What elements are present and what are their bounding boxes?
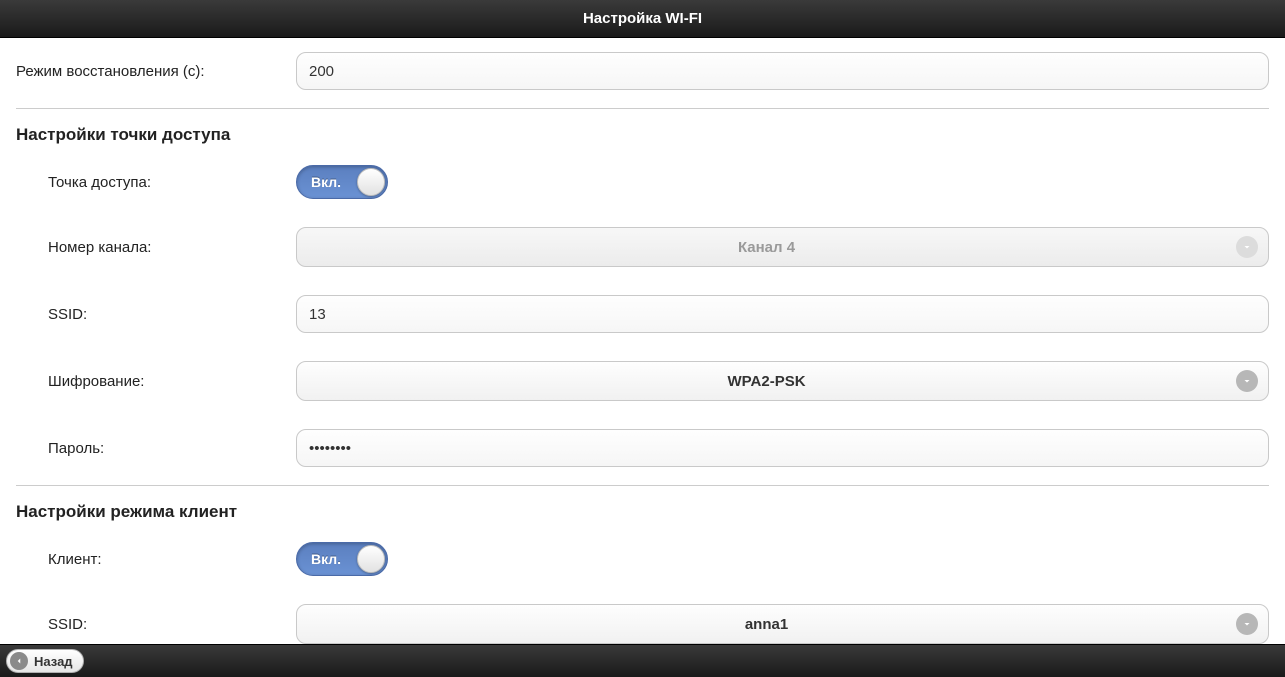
ap-ssid-row: SSID: [16, 281, 1269, 347]
ap-toggle[interactable]: Вкл. [296, 165, 388, 199]
toggle-knob-icon [357, 545, 385, 573]
ap-ssid-label: SSID: [16, 306, 296, 323]
client-section-heading: Настройки режима клиент [16, 486, 1269, 528]
ap-channel-value: Канал 4 [738, 239, 795, 256]
back-button-label: Назад [34, 654, 73, 669]
arrow-left-icon [10, 652, 28, 670]
ap-enable-row: Точка доступа: Вкл. [16, 151, 1269, 213]
ap-ssid-input[interactable] [296, 295, 1269, 333]
toggle-knob-icon [357, 168, 385, 196]
ap-password-label: Пароль: [16, 440, 296, 457]
ap-password-input[interactable] [296, 429, 1269, 467]
ap-encryption-value: WPA2-PSK [727, 373, 805, 390]
recovery-label: Режим восстановления (с): [16, 63, 296, 80]
client-enable-row: Клиент: Вкл. [16, 528, 1269, 590]
client-ssid-row: SSID: anna1 [16, 590, 1269, 644]
client-toggle[interactable]: Вкл. [296, 542, 388, 576]
ap-encryption-row: Шифрование: WPA2-PSK [16, 347, 1269, 415]
client-ssid-select[interactable]: anna1 [296, 604, 1269, 644]
back-button[interactable]: Назад [6, 649, 84, 673]
ap-channel-select[interactable]: Канал 4 [296, 227, 1269, 267]
client-enable-label: Клиент: [16, 551, 296, 568]
page-title: Настройка WI-FI [583, 10, 702, 27]
ap-channel-label: Номер канала: [16, 239, 296, 256]
client-toggle-label: Вкл. [297, 551, 341, 567]
ap-enable-label: Точка доступа: [16, 174, 296, 191]
recovery-row: Режим восстановления (с): [16, 38, 1269, 104]
chevron-down-icon [1236, 370, 1258, 392]
chevron-down-icon [1236, 613, 1258, 635]
ap-password-row: Пароль: [16, 415, 1269, 481]
footer-bar: Назад [0, 644, 1285, 677]
ap-toggle-label: Вкл. [297, 174, 341, 190]
client-ssid-value: anna1 [745, 616, 788, 633]
ap-section-heading: Настройки точки доступа [16, 109, 1269, 151]
ap-encryption-select[interactable]: WPA2-PSK [296, 361, 1269, 401]
page-header: Настройка WI-FI [0, 0, 1285, 38]
client-ssid-label: SSID: [16, 616, 296, 633]
recovery-input[interactable] [296, 52, 1269, 90]
ap-encryption-label: Шифрование: [16, 373, 296, 390]
content-area: Режим восстановления (с): Настройки точк… [0, 38, 1285, 644]
chevron-down-icon [1236, 236, 1258, 258]
ap-channel-row: Номер канала: Канал 4 [16, 213, 1269, 281]
